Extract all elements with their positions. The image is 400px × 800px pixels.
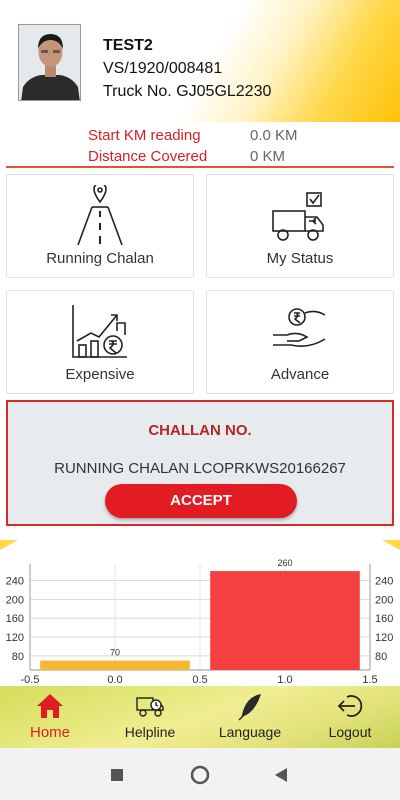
- start-km-row: Start KM reading 0.0 KM: [0, 127, 400, 147]
- y-tick-label-right: 160: [375, 613, 393, 625]
- start-km-value: 0.0 KM: [250, 127, 298, 144]
- divider: [6, 166, 394, 168]
- tile-label: Expensive: [65, 366, 135, 383]
- bar: [40, 660, 190, 670]
- nav-logout-label: Logout: [328, 724, 372, 740]
- avatar: [18, 24, 81, 101]
- home-circle-icon[interactable]: [190, 765, 210, 785]
- distance-row: Distance Covered 0 KM: [0, 148, 400, 168]
- tile-label: Advance: [270, 366, 330, 383]
- back-icon[interactable]: [275, 768, 287, 782]
- y-tick-label-right: 80: [375, 651, 387, 663]
- tile-expensive[interactable]: Expensive: [6, 290, 194, 394]
- x-tick-label: -0.5: [21, 674, 40, 686]
- y-tick-label-left: 200: [6, 594, 24, 606]
- bar-chart-svg: 80 80 120 120 160 160 200 200 240 240 70 260 -0.5 0.0…: [6, 558, 394, 686]
- tile-advance[interactable]: Advance: [206, 290, 394, 394]
- growth-chart-rupee-icon: [69, 301, 131, 368]
- y-tick-label-right: 120: [375, 632, 393, 644]
- tile-my-status[interactable]: My Status: [206, 174, 394, 278]
- x-tick-label: 1.0: [277, 674, 292, 686]
- truck-check-icon: [269, 185, 331, 252]
- feather-pen-icon: [235, 692, 265, 727]
- hand-rupee-coin-icon: [269, 301, 331, 368]
- nav-helpline[interactable]: Helpline: [100, 686, 200, 748]
- profile-id: VS/1920/008481: [103, 60, 223, 77]
- challan-card: CHALLAN NO. RUNNING CHALAN LCOPRKWS20166…: [6, 400, 394, 526]
- challan-title: CHALLAN NO.: [148, 422, 252, 439]
- tile-label: My Status: [266, 250, 334, 267]
- logout-icon: [335, 692, 365, 725]
- y-tick-label-left: 240: [6, 575, 24, 587]
- tile-label: Running Chalan: [46, 250, 154, 267]
- nav-home-label: Home: [29, 724, 70, 741]
- tile-running-chalan[interactable]: Running Chalan: [6, 174, 194, 278]
- distance-label: Distance Covered: [88, 148, 208, 165]
- challan-running-text: RUNNING CHALAN LCOPRKWS20166267: [54, 460, 346, 477]
- bottom-nav: Home Helpline Language Logout: [0, 686, 400, 748]
- bar: [210, 571, 360, 670]
- y-tick-label-left: 120: [6, 632, 24, 644]
- y-tick-label-right: 240: [375, 575, 393, 587]
- bar-value-label: 260: [277, 558, 292, 568]
- accept-button[interactable]: ACCEPT: [105, 484, 297, 518]
- helpline-truck-icon: [135, 692, 165, 725]
- nav-language-label: Language: [218, 724, 282, 740]
- bar-chart: 80 80 120 120 160 160 200 200 240 240 70 260 -0.5 0.0…: [0, 540, 400, 686]
- y-tick-label-left: 80: [12, 651, 24, 663]
- system-nav-bar: [0, 748, 400, 800]
- recent-apps-icon[interactable]: [111, 769, 123, 781]
- distance-value: 0 KM: [250, 148, 286, 165]
- road-location-icon: [70, 182, 130, 252]
- x-tick-label: 0.0: [107, 674, 122, 686]
- x-tick-label: 1.5: [362, 674, 377, 686]
- profile-truck-number: Truck No. GJ05GL2230: [103, 83, 272, 100]
- bar-value-label: 70: [110, 648, 120, 658]
- nav-helpline-label: Helpline: [124, 724, 176, 740]
- profile-name: TEST2: [103, 37, 153, 54]
- nav-logout[interactable]: Logout: [300, 686, 400, 748]
- y-tick-label-left: 160: [6, 613, 24, 625]
- start-km-label: Start KM reading: [88, 127, 201, 144]
- y-tick-label-right: 200: [375, 594, 393, 606]
- nav-home[interactable]: Home: [0, 686, 100, 748]
- nav-language[interactable]: Language: [200, 686, 300, 748]
- x-tick-label: 0.5: [192, 674, 207, 686]
- home-icon: [35, 692, 65, 725]
